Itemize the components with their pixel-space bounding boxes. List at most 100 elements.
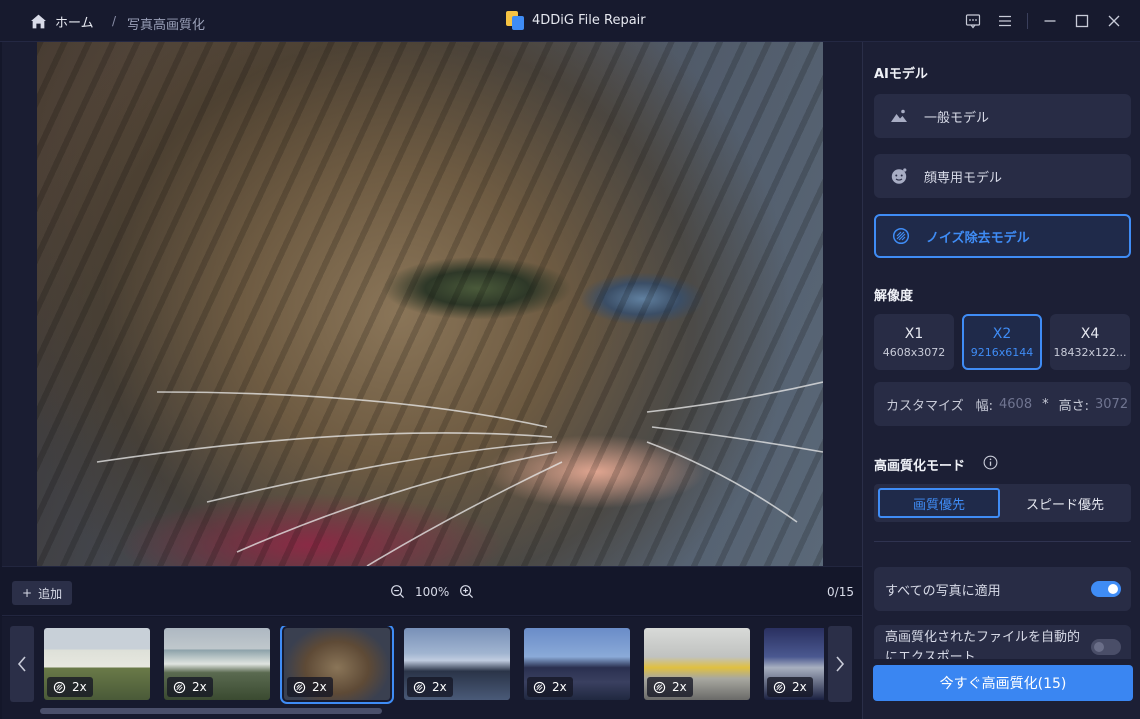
feedback-button[interactable] [957,10,989,32]
model-general-label: 一般モデル [924,110,990,126]
settings-panel: AIモデル 一般モデル 顔専用モデル ノイズ除去モデル 解像度 X1 4608x… [862,42,1140,719]
zoom-level: 100% [415,584,450,599]
resolution-title: 解像度 [874,289,914,304]
plus-icon: + [22,586,33,600]
add-label: 追加 [38,586,63,601]
resolution-x1-button[interactable]: X1 4608x3072 [874,314,954,370]
scale-badge: 2x [647,677,693,697]
info-icon[interactable] [983,455,998,470]
noise-icon [892,227,910,245]
scale-label: 2x [432,680,447,694]
scale-badge: 2x [767,677,813,697]
width-input[interactable]: 4608 [999,397,1032,412]
mode-speed-label: スピード優先 [1025,497,1104,513]
mode-speed-button[interactable]: スピード優先 [1004,488,1126,518]
resolution-x4-name: X4 [1080,325,1100,342]
thumbnail-item[interactable]: 2x [44,628,150,700]
scale-badge: 2x [287,677,333,697]
times-sign: * [1042,396,1049,412]
minimize-icon [1044,20,1056,22]
thumbnail-item[interactable]: 2x [764,628,824,700]
breadcrumb-separator: / [112,14,117,28]
close-button[interactable] [1098,10,1130,32]
enhance-now-label: 今すぐ高画質化(15) [939,676,1067,692]
apply-all-row: すべての写真に適用 [874,567,1131,611]
home-label: ホーム [55,16,94,31]
model-noise-label: ノイズ除去モデル [926,230,1030,246]
scale-badge: 2x [47,677,93,697]
height-input[interactable]: 3072 [1095,397,1128,412]
scale-label: 2x [792,680,807,694]
chevron-left-icon [17,656,26,672]
whiskers-decoration [96,381,823,566]
breadcrumb-current: 写真高画質化 [127,18,206,33]
scale-badge: 2x [167,677,213,697]
resolution-x1-dims: 4608x3072 [882,345,946,359]
scale-badge: 2x [407,677,453,697]
zoom-controls: 100% [390,584,474,599]
zoom-out-icon[interactable] [390,584,405,599]
menu-button[interactable] [989,10,1021,32]
thumbnail-scrollbar[interactable] [40,708,382,714]
resolution-x2-button[interactable]: X2 9216x6144 [962,314,1042,370]
title-bar: ホーム / 写真高画質化 4DDiG File Repair [0,0,1140,42]
thumbnails-next-button[interactable] [828,626,852,702]
zoom-in-icon[interactable] [459,584,474,599]
thumbnail-list: 2x 2x 2x 2x 2x 2x 2x [42,626,824,704]
progress-counter: 0/15 [827,585,854,599]
thumbnail-item[interactable]: 2x [404,628,510,700]
thumbnail-item[interactable]: 2x [644,628,750,700]
custom-resolution-row[interactable]: カスタマイズ 幅: 4608 * 高さ: 3072 [874,382,1131,426]
mode-quality-button[interactable]: 画質優先 [878,488,1000,518]
thumbnail-item[interactable]: 2x [164,628,270,700]
home-icon [31,14,46,29]
noise-model-icon [173,681,186,693]
window-controls-divider [1027,13,1028,29]
app-title-text: 4DDiG File Repair [532,13,646,28]
close-icon [1108,15,1120,27]
scale-label: 2x [312,680,327,694]
scale-label: 2x [192,680,207,694]
mode-quality-label: 画質優先 [912,497,965,513]
maximize-icon [1075,14,1089,28]
model-noise-button[interactable]: ノイズ除去モデル [874,214,1131,258]
thumbnail-item[interactable]: 2x [524,628,630,700]
mode-switch: 画質優先 スピード優先 [874,484,1131,522]
noise-model-icon [533,681,546,693]
image-preview-area [2,42,862,566]
maximize-button[interactable] [1066,10,1098,32]
auto-export-toggle[interactable] [1091,639,1121,655]
model-face-button[interactable]: 顔専用モデル [874,154,1131,198]
apply-all-label: すべての写真に適用 [885,583,1001,599]
thumbnail-item-selected[interactable]: 2x [280,626,394,704]
add-button[interactable]: + 追加 [12,581,73,605]
scale-badge: 2x [527,677,573,697]
thumbnails-prev-button[interactable] [10,626,34,702]
mountain-icon [891,109,907,122]
minimize-button[interactable] [1034,10,1066,32]
app-title: 4DDiG File Repair [506,11,646,30]
width-label: 幅: [975,398,994,414]
resolution-x4-dims: 18432x122... [1053,345,1127,359]
noise-model-icon [773,681,786,693]
window-controls [957,10,1130,32]
height-label: 高さ: [1058,398,1089,414]
model-general-button[interactable]: 一般モデル [874,94,1131,138]
enhance-now-button[interactable]: 今すぐ高画質化(15) [873,665,1133,701]
auto-export-row: 高画質化されたファイルを自動的にエクスポート [874,625,1131,659]
scale-label: 2x [672,680,687,694]
resolution-x4-button[interactable]: X4 18432x122... [1050,314,1130,370]
custom-label: カスタマイズ [886,398,964,414]
chevron-right-icon [836,656,845,672]
home-button[interactable]: ホーム [30,12,94,31]
preview-image-cat [37,42,823,566]
ai-model-title: AIモデル [874,67,928,82]
resolution-x1-name: X1 [904,325,924,342]
scale-label: 2x [552,680,567,694]
scale-label: 2x [72,680,87,694]
noise-model-icon [653,681,666,693]
panel-divider [874,541,1131,542]
noise-model-icon [53,681,66,693]
apply-all-toggle[interactable] [1091,581,1121,597]
thumbnail-strip: 2x 2x 2x 2x 2x 2x 2x [2,617,862,719]
